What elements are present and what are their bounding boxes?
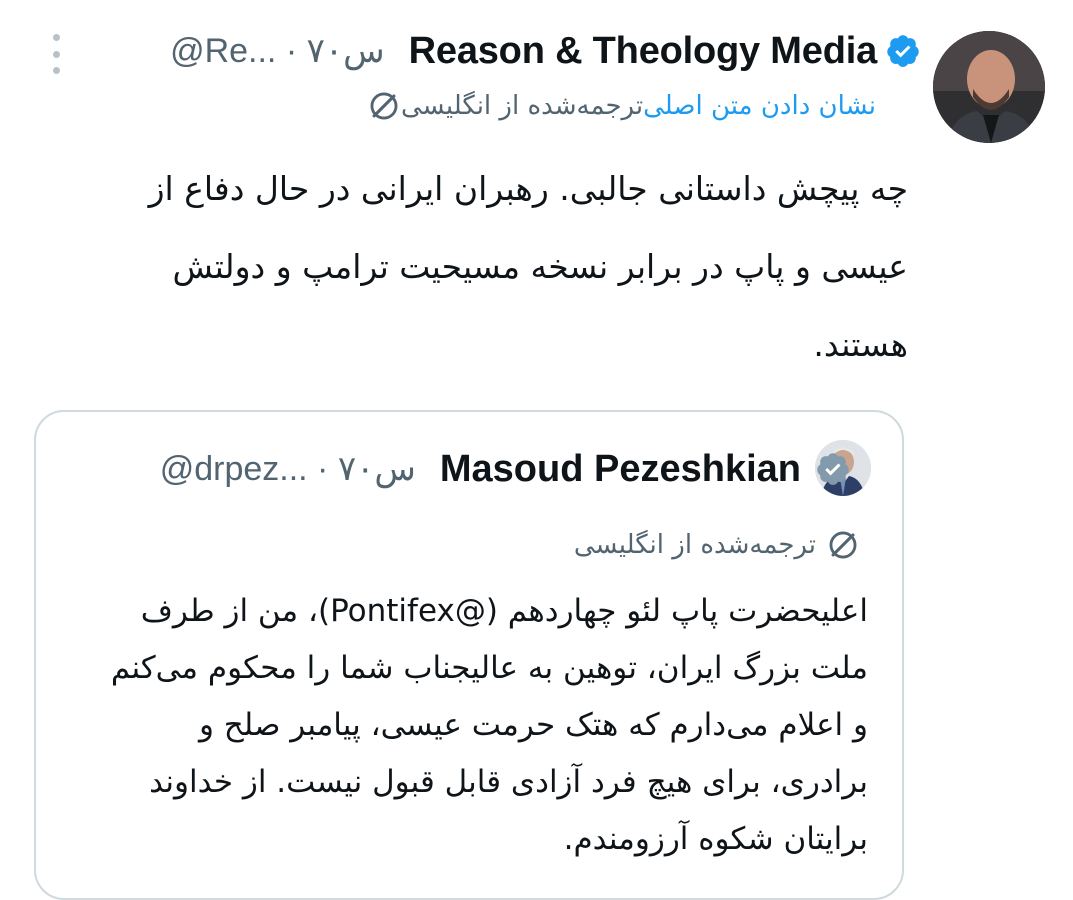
- quote-author-handle-time[interactable]: @drpez... · ۷۰س: [160, 449, 416, 489]
- translation-notice: ترجمه‌شده از انگلیسی نشان دادن متن اصلی: [357, 84, 898, 128]
- author-handle-time[interactable]: @Re... · ۷۰س: [170, 31, 385, 71]
- post-text: چه پیچش داستانی جالبی. رهبران ایرانی در …: [148, 169, 908, 364]
- avatar[interactable]: [933, 31, 1045, 143]
- translate-icon: [829, 531, 857, 559]
- author-name[interactable]: Reason & Theology Media: [409, 30, 878, 73]
- verified-badge-icon: [817, 453, 849, 485]
- verified-badge-icon: [887, 35, 919, 67]
- quote-author-header: Masoud Pezeshkian @drpez... · ۷۰س: [160, 445, 851, 493]
- quote-translated-label: ترجمه‌شده از انگلیسی: [573, 530, 816, 560]
- author-header: Reason & Theology Media @Re... · ۷۰س: [170, 26, 921, 76]
- show-original-link[interactable]: نشان دادن متن اصلی: [643, 91, 876, 121]
- translate-icon: [370, 92, 398, 120]
- quote-text: اعلیحضرت پاپ لئو چهاردهم (@Pontifex)، من…: [110, 593, 868, 857]
- more-options-icon[interactable]: [46, 34, 66, 74]
- quote-author-name[interactable]: Masoud Pezeshkian: [440, 448, 801, 491]
- post: Reason & Theology Media @Re... · ۷۰س ترج…: [0, 0, 1073, 900]
- quote-translation-notice: ترجمه‌شده از انگلیسی: [574, 523, 860, 567]
- translated-label: ترجمه‌شده از انگلیسی: [401, 91, 644, 121]
